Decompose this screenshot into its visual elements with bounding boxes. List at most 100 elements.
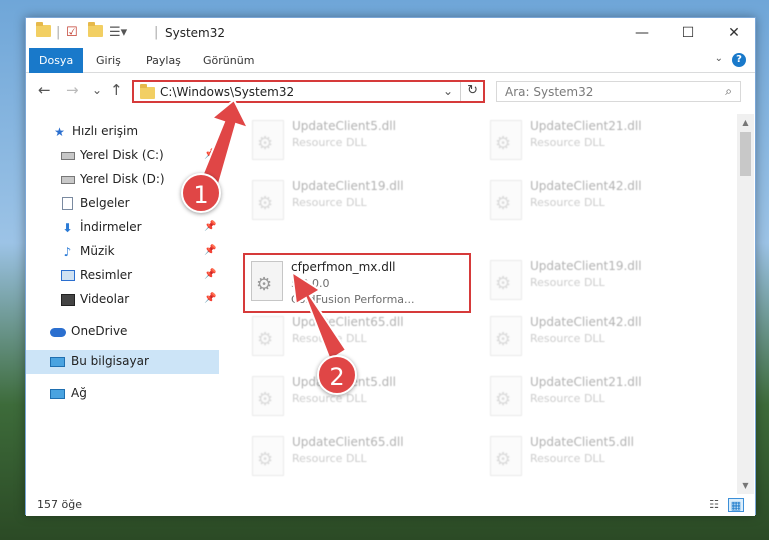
dll-file-icon xyxy=(490,436,522,476)
file-item-cfperfmon[interactable]: cfperfmon_mx.dll 5.0.0.0 ColdFusion Perf… xyxy=(243,253,471,313)
address-bar[interactable]: C:\Windows\System32 ⌄ ↻ xyxy=(132,80,485,103)
close-button[interactable]: ✕ xyxy=(711,18,757,48)
dll-file-icon xyxy=(252,316,284,356)
network-icon xyxy=(50,387,65,401)
pin-icon[interactable]: 📌 xyxy=(204,245,216,256)
sidebar-item-network[interactable]: Ağ xyxy=(26,382,219,406)
large-icons-view-icon[interactable]: ▦ xyxy=(728,498,744,512)
sidebar-item-label: Yerel Disk (C:) xyxy=(80,148,164,162)
pin-icon[interactable]: 📌 xyxy=(204,149,216,160)
sidebar-item-label: Yerel Disk (D:) xyxy=(80,172,165,186)
file-name: UpdateClient21.dll xyxy=(530,119,642,133)
file-type: Resource DLL xyxy=(530,196,605,209)
maximize-button[interactable]: ☐ xyxy=(665,18,711,48)
sidebar-item-downloads[interactable]: ⬇ İndirmeler 📌 xyxy=(26,216,219,240)
address-path[interactable]: C:\Windows\System32 xyxy=(160,85,294,99)
file-item[interactable]: UpdateClient21.dll Resource DLL xyxy=(484,114,714,170)
file-item[interactable]: UpdateClient5.dll Resource DLL xyxy=(246,114,476,170)
tab-giris[interactable]: Giriş xyxy=(86,48,131,73)
file-item[interactable]: UpdateClient19.dll Resource DLL xyxy=(246,174,476,230)
folder-icon xyxy=(36,22,51,42)
sidebar-item-label: Resimler xyxy=(80,268,133,282)
recent-locations-button[interactable]: ⌄ xyxy=(92,82,102,98)
dll-file-icon xyxy=(252,120,284,160)
search-input[interactable] xyxy=(505,84,705,99)
file-type: Resource DLL xyxy=(292,452,367,465)
up-button[interactable]: ↑ xyxy=(110,82,123,98)
sidebar-item-onedrive[interactable]: OneDrive xyxy=(26,320,219,344)
file-list: UpdateClient5.dll Resource DLL UpdateCli… xyxy=(234,114,737,494)
sidebar-item-label: Bu bilgisayar xyxy=(71,354,149,368)
videos-icon xyxy=(60,293,75,307)
tab-paylas[interactable]: Paylaş xyxy=(136,48,191,73)
this-pc-icon xyxy=(50,355,65,369)
sidebar-item-videos[interactable]: Videolar 📌 xyxy=(26,288,219,312)
file-explorer-window: | ☑ ☰▾ | System32 — ☐ ✕ Dosya Giriş Payl… xyxy=(25,17,757,516)
tab-dosya[interactable]: Dosya xyxy=(29,48,84,73)
chevron-down-icon[interactable]: ⌄ xyxy=(715,53,723,64)
help-icon[interactable]: ? xyxy=(732,53,746,67)
file-item[interactable]: UpdateClient42.dll Resource DLL xyxy=(484,310,714,366)
pin-icon[interactable]: 📌 xyxy=(204,221,216,232)
sidebar-item-this-pc[interactable]: Bu bilgisayar xyxy=(26,350,219,374)
search-box[interactable]: ⌕ xyxy=(496,81,741,102)
dll-file-icon xyxy=(252,376,284,416)
back-button[interactable]: ← xyxy=(38,82,51,98)
ribbon-tabs: Dosya Giriş Paylaş Görünüm ⌄ ? xyxy=(26,48,755,73)
customize-quick-access-icon[interactable]: ☰▾ xyxy=(109,25,127,41)
file-type: Resource DLL xyxy=(530,276,605,289)
file-item[interactable]: UpdateClient5.dll Resource DLL xyxy=(246,370,476,426)
step-badge-2: 2 xyxy=(317,355,357,395)
sidebar-item-music[interactable]: ♪ Müzik 📌 xyxy=(26,240,219,264)
sidebar-item-pictures[interactable]: Resimler 📌 xyxy=(26,264,219,288)
properties-icon[interactable]: ☑ xyxy=(66,25,78,41)
tab-gorunum[interactable]: Görünüm xyxy=(193,48,264,73)
pictures-icon xyxy=(60,269,75,283)
file-item[interactable]: UpdateClient19.dll Resource DLL xyxy=(484,254,714,310)
forward-button[interactable]: → xyxy=(66,82,79,98)
file-item[interactable]: UpdateClient5.dll Resource DLL xyxy=(484,430,714,486)
documents-icon xyxy=(60,197,75,211)
search-icon[interactable]: ⌕ xyxy=(725,84,732,99)
sidebar-item-label: Videolar xyxy=(80,292,130,306)
window-title: System32 xyxy=(165,26,226,40)
pin-icon[interactable]: 📌 xyxy=(204,293,216,304)
sidebar-item-quick-access[interactable]: ★ Hızlı erişim xyxy=(26,120,219,144)
navigation-pane: ★ Hızlı erişim Yerel Disk (C:) 📌 Yerel D… xyxy=(26,114,219,494)
file-name: UpdateClient65.dll xyxy=(292,315,404,329)
drive-icon xyxy=(60,173,75,187)
scroll-up-icon[interactable]: ▲ xyxy=(737,114,754,131)
vertical-scrollbar[interactable]: ▲ ▼ xyxy=(737,114,754,494)
downloads-icon: ⬇ xyxy=(62,221,73,235)
file-item[interactable]: UpdateClient42.dll Resource DLL xyxy=(484,174,714,230)
pin-icon[interactable]: 📌 xyxy=(204,269,216,280)
file-item[interactable]: UpdateClient65.dll Resource DLL xyxy=(246,430,476,486)
navigation-bar: ← → ⌄ ↑ C:\Windows\System32 ⌄ ↻ ⌕ xyxy=(26,74,755,108)
new-folder-icon[interactable] xyxy=(88,22,103,42)
onedrive-icon xyxy=(50,325,66,339)
step-badge-1: 1 xyxy=(181,173,221,213)
address-dropdown-icon[interactable]: ⌄ xyxy=(443,84,453,98)
file-item[interactable]: UpdateClient21.dll Resource DLL xyxy=(484,370,714,426)
file-name: UpdateClient5.dll xyxy=(530,435,634,449)
sidebar-item-local-disk-c[interactable]: Yerel Disk (C:) 📌 xyxy=(26,144,219,168)
scroll-down-icon[interactable]: ▼ xyxy=(737,477,754,494)
file-description: ColdFusion Performa... xyxy=(291,293,415,306)
file-item[interactable]: UpdateClient65.dll Resource DLL xyxy=(246,310,476,366)
refresh-button[interactable]: ↻ xyxy=(467,83,478,98)
details-view-icon[interactable]: ☷ xyxy=(706,498,722,512)
sidebar-item-label: Ağ xyxy=(71,386,87,400)
dll-file-icon xyxy=(252,180,284,220)
sidebar-item-label: OneDrive xyxy=(71,324,128,338)
file-type: Resource DLL xyxy=(530,136,605,149)
item-count: 157 öğe xyxy=(37,498,82,511)
file-name: UpdateClient21.dll xyxy=(530,375,642,389)
minimize-button[interactable]: — xyxy=(619,18,665,48)
file-name: UpdateClient19.dll xyxy=(292,179,404,193)
file-type: Resource DLL xyxy=(530,392,605,405)
file-type: Resource DLL xyxy=(292,136,367,149)
file-type: Resource DLL xyxy=(292,196,367,209)
sidebar-item-label: Belgeler xyxy=(80,196,130,210)
dll-file-icon xyxy=(490,376,522,416)
scroll-thumb[interactable] xyxy=(740,132,751,176)
